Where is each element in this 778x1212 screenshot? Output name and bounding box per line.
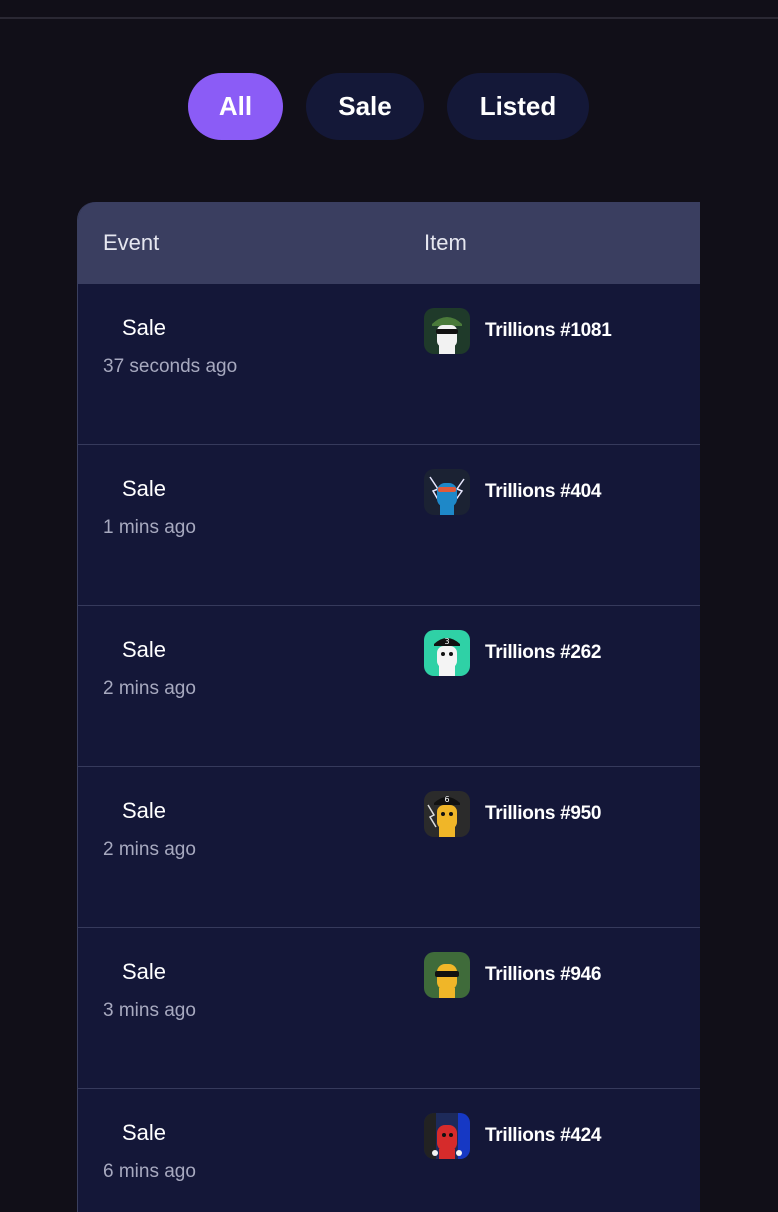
event-timestamp: 2 mins ago: [103, 678, 196, 699]
nft-avatar-icon[interactable]: 3: [424, 630, 470, 676]
event-timestamp: 37 seconds ago: [103, 356, 238, 377]
nft-avatar-icon[interactable]: [424, 308, 470, 354]
event-timestamp: 3 mins ago: [103, 1000, 196, 1021]
event-type: Sale: [122, 637, 167, 662]
event-type: Sale: [122, 1120, 167, 1145]
table-row[interactable]: Sale 2 mins ago 3 Trillions #262: [78, 606, 700, 767]
event-timestamp: 1 mins ago: [103, 517, 196, 538]
item-name[interactable]: Trillions #1081: [485, 320, 612, 342]
event-type: Sale: [122, 798, 167, 823]
table-row[interactable]: Sale 2 mins ago 6 Trillions #950: [78, 767, 700, 928]
event-type: Sale: [122, 315, 167, 340]
column-header-item: Item: [424, 230, 467, 255]
filter-sale-button[interactable]: Sale: [306, 73, 424, 140]
nft-avatar-icon[interactable]: 6: [424, 791, 470, 837]
filter-listed-label: Listed: [479, 91, 557, 121]
filter-listed-button[interactable]: Listed: [447, 73, 589, 140]
filter-all-button[interactable]: All: [188, 73, 283, 140]
item-name[interactable]: Trillions #424: [485, 1125, 602, 1147]
top-divider: [0, 17, 778, 19]
nft-avatar-icon[interactable]: [424, 1113, 470, 1159]
event-timestamp: 6 mins ago: [103, 1161, 196, 1182]
table-row[interactable]: Sale 6 mins ago Trillions #424: [78, 1089, 700, 1212]
item-name[interactable]: Trillions #946: [485, 964, 602, 986]
item-name[interactable]: Trillions #262: [485, 642, 602, 664]
nft-avatar-icon[interactable]: [424, 952, 470, 998]
filter-sale-label: Sale: [338, 91, 392, 121]
event-timestamp: 2 mins ago: [103, 839, 196, 860]
table-header: Event Item: [78, 202, 700, 284]
table-row[interactable]: Sale 37 seconds ago Trillions #1081: [78, 284, 700, 445]
nft-avatar-icon[interactable]: [424, 469, 470, 515]
filter-all-label: All: [218, 91, 253, 121]
table-rows: Sale 37 seconds ago Trillions #1081 Sale…: [78, 284, 700, 1212]
activity-table: Event Item Sale 37 seconds ago Trillions…: [78, 202, 700, 1212]
item-name[interactable]: Trillions #404: [485, 481, 602, 503]
svg-text:6: 6: [444, 795, 449, 804]
column-header-event: Event: [103, 230, 160, 255]
event-filter-bar: All Sale Listed: [0, 73, 778, 140]
event-type: Sale: [122, 959, 167, 984]
table-row[interactable]: Sale 3 mins ago Trillions #946: [78, 928, 700, 1089]
event-type: Sale: [122, 476, 167, 501]
item-name[interactable]: Trillions #950: [485, 803, 602, 825]
svg-text:3: 3: [444, 637, 449, 646]
table-row[interactable]: Sale 1 mins ago Trillions #404: [78, 445, 700, 606]
